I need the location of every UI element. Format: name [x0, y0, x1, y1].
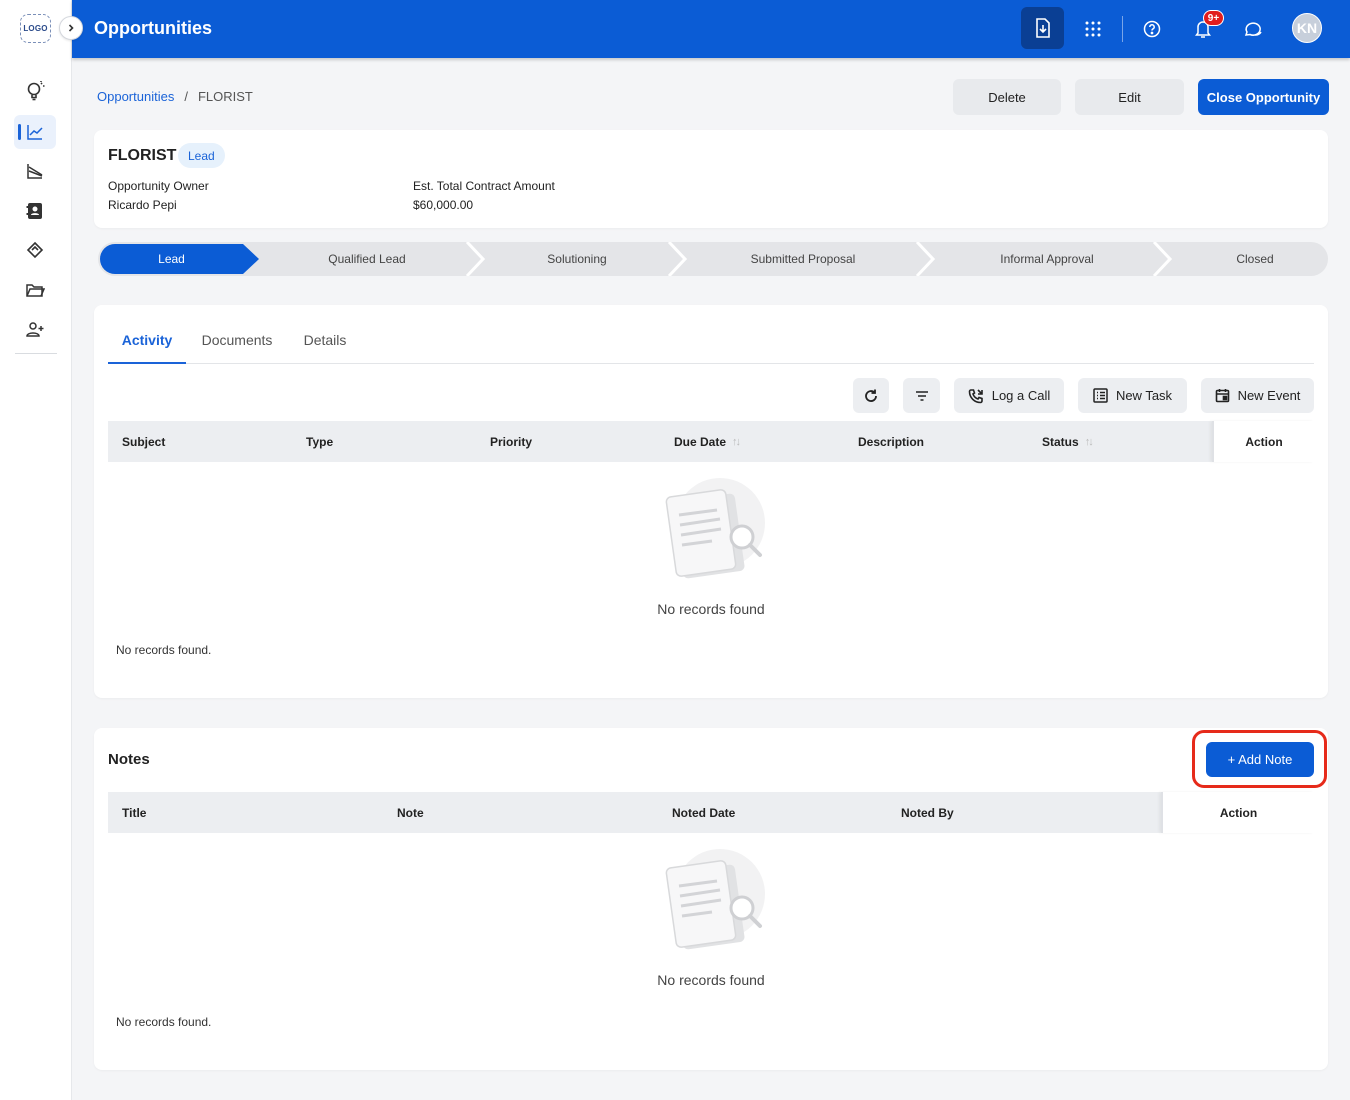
- lightbulb-icon: [27, 81, 45, 101]
- breadcrumb: Opportunities / FLORIST: [97, 89, 253, 104]
- add-user-icon: [26, 322, 44, 337]
- column-status-label: Status: [1042, 434, 1079, 449]
- notes-empty-message: No records found: [657, 972, 765, 988]
- empty-records-illustration: [665, 478, 765, 579]
- refresh-icon: [865, 389, 877, 402]
- refresh-button[interactable]: [853, 378, 889, 413]
- column-due-date[interactable]: Due Date ↑↓: [674, 421, 741, 462]
- new-task-button[interactable]: New Task: [1078, 378, 1187, 413]
- filter-icon: [915, 390, 928, 401]
- chat-icon: [1244, 22, 1262, 36]
- log-call-button[interactable]: Log a Call: [954, 378, 1064, 413]
- column-action: Action: [1212, 421, 1314, 462]
- stage-closed[interactable]: Closed: [1168, 242, 1328, 276]
- amount-label: Est. Total Contract Amount: [413, 179, 555, 193]
- sidebar-item-contacts[interactable]: [14, 194, 56, 228]
- handshake-icon: [26, 241, 44, 259]
- logo: LOGO: [20, 14, 51, 43]
- stage-lead[interactable]: Lead: [100, 244, 243, 274]
- column-status[interactable]: Status ↑↓: [1042, 421, 1094, 462]
- log-call-label: Log a Call: [991, 388, 1051, 403]
- chat-button[interactable]: [1235, 11, 1271, 47]
- add-note-highlight: [1192, 730, 1327, 788]
- sidebar-item-files[interactable]: [14, 273, 56, 307]
- column-noted-by[interactable]: Noted By: [901, 792, 954, 833]
- tab-documents[interactable]: Documents: [196, 332, 278, 363]
- phone-call-icon: [968, 388, 983, 403]
- sidebar-item-add-user[interactable]: [14, 312, 56, 346]
- apps-menu-button[interactable]: [1075, 11, 1111, 47]
- breadcrumb-current: FLORIST: [197, 89, 253, 104]
- filter-button[interactable]: [903, 378, 940, 413]
- tab-details[interactable]: Details: [298, 332, 352, 363]
- download-document-icon: [1035, 18, 1050, 38]
- sidebar-item-deals[interactable]: [14, 233, 56, 267]
- column-title[interactable]: Title: [122, 792, 146, 833]
- user-avatar[interactable]: KN: [1292, 13, 1322, 43]
- task-list-icon: [1093, 388, 1108, 403]
- notes-footer-text: No records found.: [116, 1015, 212, 1029]
- empty-records-illustration: [665, 849, 765, 950]
- activity-footer-text: No records found.: [116, 643, 212, 657]
- activity-empty-message: No records found: [657, 601, 765, 617]
- top-header: Opportunities 9+ KN: [72, 0, 1350, 58]
- calendar-icon: [1215, 389, 1229, 403]
- activity-table-header: Subject Type Priority Due Date ↑↓ Descri…: [108, 421, 1314, 462]
- chevron-right-icon: [68, 24, 74, 32]
- column-type[interactable]: Type: [306, 421, 333, 462]
- stage-arrow-active: [243, 244, 259, 274]
- sidebar-item-forecast[interactable]: [14, 154, 56, 188]
- sort-icon[interactable]: ↑↓: [1085, 436, 1094, 448]
- new-event-label: New Event: [1237, 388, 1301, 403]
- sidebar-item-opportunities[interactable]: [14, 115, 56, 149]
- column-description[interactable]: Description: [858, 421, 924, 462]
- column-action: Action: [1161, 792, 1314, 833]
- forecast-chart-icon: [27, 164, 43, 179]
- close-opportunity-button[interactable]: Close Opportunity: [1198, 79, 1329, 115]
- grid-icon: [1085, 21, 1101, 37]
- edit-button[interactable]: Edit: [1075, 79, 1184, 115]
- stage-qualified-lead[interactable]: Qualified Lead: [260, 242, 474, 276]
- page-title: Opportunities: [94, 18, 212, 38]
- trend-chart-icon: [27, 125, 43, 140]
- delete-button[interactable]: Delete: [953, 79, 1061, 115]
- column-noted-date[interactable]: Noted Date: [672, 792, 735, 833]
- stage-informal-approval[interactable]: Informal Approval: [931, 242, 1163, 276]
- download-document-button[interactable]: [1021, 7, 1064, 49]
- owner-label: Opportunity Owner: [108, 179, 209, 193]
- stage-progress-bar: Lead Qualified Lead Solutioning Submitte…: [98, 242, 1328, 276]
- help-icon: [1143, 20, 1161, 38]
- breadcrumb-parent-link[interactable]: Opportunities: [97, 89, 174, 104]
- contacts-icon: [26, 203, 42, 219]
- sort-icon[interactable]: ↑↓: [732, 436, 741, 448]
- notes-title: Notes: [108, 751, 150, 768]
- breadcrumb-separator: /: [184, 89, 188, 104]
- opportunity-name: FLORIST: [108, 147, 177, 164]
- notification-badge: 9+: [1203, 10, 1224, 26]
- header-divider: [1122, 16, 1123, 42]
- help-button[interactable]: [1134, 11, 1170, 47]
- stage-submitted-proposal[interactable]: Submitted Proposal: [683, 242, 923, 276]
- new-event-button[interactable]: New Event: [1201, 378, 1314, 413]
- column-note[interactable]: Note: [397, 792, 424, 833]
- column-subject[interactable]: Subject: [122, 421, 165, 462]
- column-priority[interactable]: Priority: [490, 421, 532, 462]
- stage-solutioning[interactable]: Solutioning: [480, 242, 674, 276]
- sidebar-divider: [15, 353, 57, 354]
- notes-table-header: Title Note Noted Date Noted By Action: [108, 792, 1314, 833]
- new-task-label: New Task: [1115, 388, 1173, 403]
- opportunity-summary-card: FLORIST Lead Opportunity Owner Ricardo P…: [94, 130, 1328, 228]
- column-due-date-label: Due Date: [674, 434, 727, 449]
- sidebar-toggle-button[interactable]: [59, 16, 83, 40]
- tab-activity[interactable]: Activity: [108, 332, 186, 364]
- stage-tag: Lead: [178, 143, 225, 168]
- amount-value: $60,000.00: [413, 198, 474, 212]
- sidebar-item-ideas[interactable]: [14, 74, 56, 108]
- sidebar: LOGO: [0, 0, 72, 1100]
- tab-bar: Activity Documents Details: [108, 332, 1314, 364]
- folder-icon: [26, 284, 45, 297]
- owner-value: Ricardo Pepi: [108, 198, 177, 212]
